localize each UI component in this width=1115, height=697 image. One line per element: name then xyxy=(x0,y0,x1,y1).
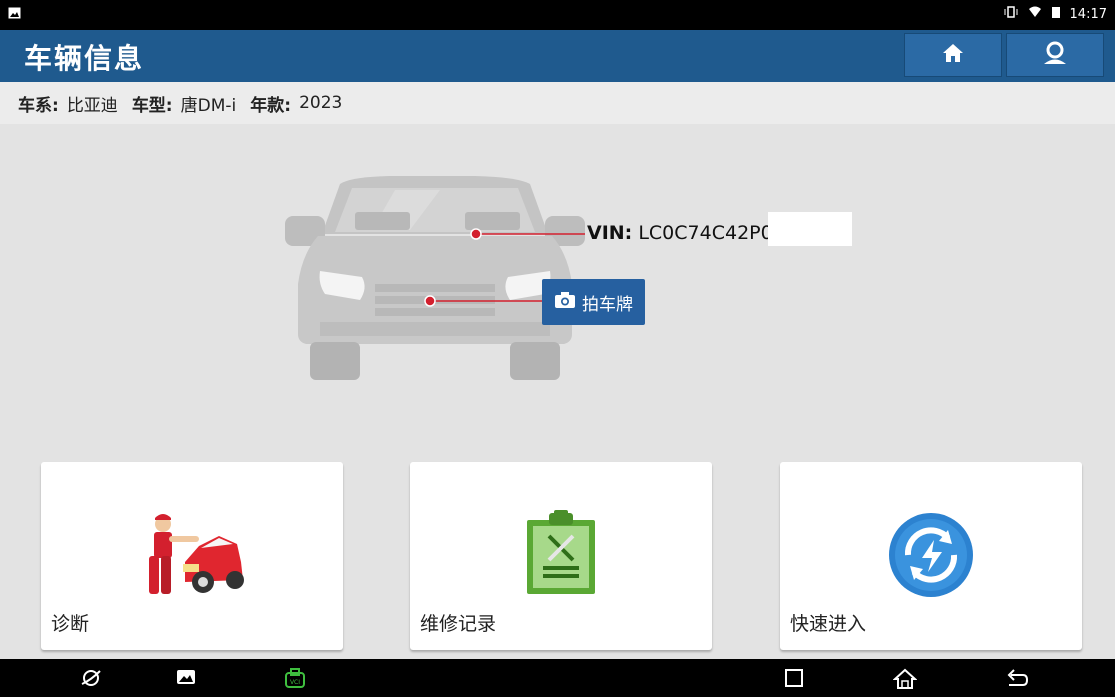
status-time: 14:17 xyxy=(1069,6,1107,22)
series-label: 车系: xyxy=(18,95,59,116)
vin-redaction xyxy=(768,212,852,246)
page-title: 车辆信息 xyxy=(24,42,145,75)
year-value: 2023 xyxy=(299,93,343,113)
header-bar: 车辆信息 xyxy=(0,30,1115,82)
quick-access-card[interactable]: 快速进入 xyxy=(780,462,1082,650)
model-value: 唐DM-i xyxy=(180,95,237,116)
vibrate-icon xyxy=(1004,6,1018,22)
main-panel: VIN: LC0C74C42P0 拍车牌 诊断 维修记录 快速进入 xyxy=(0,124,1115,659)
gallery-icon[interactable] xyxy=(176,668,196,690)
wifi-icon xyxy=(1028,6,1042,22)
vehicle-info-bar: 车系: 比亚迪 车型: 唐DM-i 年款: 2023 xyxy=(0,82,1115,124)
vin-value: LC0C74C42P0 xyxy=(638,222,773,244)
series-value: 比亚迪 xyxy=(66,95,118,116)
camera-icon xyxy=(554,291,576,314)
repair-history-card[interactable]: 维修记录 xyxy=(410,462,712,650)
system-nav-bar: VCI xyxy=(0,659,1115,697)
model-label: 车型: xyxy=(131,95,173,116)
quick-access-bolt-icon xyxy=(886,510,976,604)
scan-plate-label: 拍车牌 xyxy=(582,294,633,315)
mechanic-car-icon xyxy=(137,510,247,604)
recent-apps-icon[interactable] xyxy=(784,668,804,692)
svg-text:VCI: VCI xyxy=(290,679,300,686)
diagnose-card[interactable]: 诊断 xyxy=(41,462,343,650)
user-button[interactable] xyxy=(1006,33,1104,77)
vin-display: VIN: LC0C74C42P0 xyxy=(587,222,773,244)
diagnose-label: 诊断 xyxy=(51,613,90,635)
home-button[interactable] xyxy=(904,33,1002,77)
browser-icon[interactable] xyxy=(80,668,102,692)
repair-clipboard-icon xyxy=(521,510,601,600)
vin-label: VIN: xyxy=(587,222,633,244)
vci-icon[interactable]: VCI xyxy=(283,668,307,694)
user-icon xyxy=(1042,41,1068,69)
battery-icon xyxy=(1051,6,1060,22)
image-notification-icon xyxy=(8,7,21,23)
quick-access-label: 快速进入 xyxy=(790,613,867,635)
home-icon xyxy=(942,43,964,67)
home-nav-icon[interactable] xyxy=(892,668,918,694)
back-icon[interactable] xyxy=(1005,668,1029,692)
status-bar: 14:17 xyxy=(0,0,1115,30)
scan-plate-button[interactable]: 拍车牌 xyxy=(542,279,645,325)
repair-history-label: 维修记录 xyxy=(420,613,497,635)
year-label: 年款: xyxy=(250,95,292,116)
